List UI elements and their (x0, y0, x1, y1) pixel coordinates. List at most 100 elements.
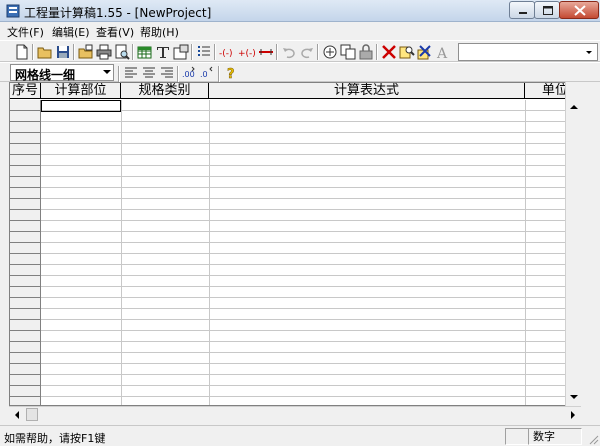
list-icon[interactable] (196, 44, 212, 60)
table-row[interactable] (10, 166, 580, 177)
table-row[interactable] (10, 276, 580, 287)
table-row[interactable] (10, 375, 580, 386)
table-row[interactable] (10, 188, 580, 199)
row-header[interactable] (10, 397, 41, 405)
table-row[interactable] (10, 386, 580, 397)
row-header[interactable] (10, 166, 41, 177)
column-header-index[interactable]: 序号 (10, 83, 41, 99)
data-grid[interactable]: 序号 计算部位 规格类别 计算表达式 单位 (9, 82, 581, 406)
vertical-scrollbar[interactable] (565, 82, 582, 406)
table-row[interactable] (10, 243, 580, 254)
close-button[interactable] (559, 1, 599, 19)
print-icon[interactable] (96, 44, 112, 60)
table-row[interactable] (10, 210, 580, 221)
scroll-down-button[interactable] (566, 389, 582, 405)
help-icon[interactable]: ? (223, 65, 239, 81)
table-row[interactable] (10, 177, 580, 188)
row-header[interactable] (10, 320, 41, 331)
row-header[interactable] (10, 188, 41, 199)
row-header[interactable] (10, 254, 41, 265)
maximize-button[interactable] (534, 1, 560, 19)
parentheses-plus-icon[interactable]: +(-) (238, 44, 256, 60)
table-row[interactable] (10, 155, 580, 166)
row-header[interactable] (10, 353, 41, 364)
table-row[interactable] (10, 221, 580, 232)
decimal-increase-icon[interactable]: .00 (182, 65, 198, 81)
table-row[interactable] (10, 133, 580, 144)
row-header[interactable] (10, 100, 41, 111)
row-header[interactable] (10, 133, 41, 144)
table-row[interactable] (10, 287, 580, 298)
view-icon[interactable] (322, 44, 338, 60)
minimize-button[interactable] (509, 1, 535, 19)
table-row[interactable] (10, 199, 580, 210)
row-header[interactable] (10, 342, 41, 353)
save-icon[interactable] (55, 44, 71, 60)
properties-icon[interactable] (173, 44, 189, 60)
current-cell[interactable] (41, 100, 121, 112)
row-header[interactable] (10, 177, 41, 188)
open-folder-icon[interactable] (37, 44, 53, 60)
row-header[interactable] (10, 122, 41, 133)
menu-file[interactable]: 文件(F) (7, 24, 44, 40)
table-row[interactable] (10, 144, 580, 155)
row-header[interactable] (10, 199, 41, 210)
menu-help[interactable]: 帮助(H) (140, 24, 179, 40)
table-row[interactable] (10, 265, 580, 276)
scroll-right-button[interactable] (565, 407, 581, 423)
chevron-down-icon[interactable] (582, 45, 596, 59)
row-header[interactable] (10, 232, 41, 243)
table-row[interactable] (10, 397, 580, 405)
chevron-down-icon[interactable] (103, 70, 111, 74)
row-header[interactable] (10, 331, 41, 342)
bracket-insert-icon[interactable] (257, 44, 275, 60)
toolbar-combo-box[interactable] (458, 43, 598, 61)
new-file-icon[interactable] (14, 44, 30, 60)
row-header[interactable] (10, 364, 41, 375)
align-right-icon[interactable] (159, 65, 175, 81)
table-row[interactable] (10, 122, 580, 133)
row-header[interactable] (10, 111, 41, 122)
column-header-expression[interactable]: 计算表达式 (209, 83, 525, 99)
row-header[interactable] (10, 276, 41, 287)
row-header[interactable] (10, 155, 41, 166)
lock-icon[interactable] (358, 44, 374, 60)
text-format-icon[interactable] (155, 44, 171, 60)
row-header[interactable] (10, 287, 41, 298)
table-row[interactable] (10, 353, 580, 364)
resize-grip-icon[interactable] (587, 433, 599, 445)
table-row[interactable] (10, 364, 580, 375)
font-icon[interactable]: A (435, 44, 451, 60)
title-bar[interactable]: 工程量计算稿1.55 - [NewProject] (0, 0, 600, 22)
gridline-style-select[interactable]: 网格线一细 (10, 64, 114, 82)
row-header[interactable] (10, 298, 41, 309)
row-header[interactable] (10, 221, 41, 232)
copy-icon[interactable] (340, 44, 356, 60)
delete-icon[interactable] (381, 44, 397, 60)
table-row[interactable] (10, 298, 580, 309)
scroll-thumb[interactable] (26, 408, 38, 421)
align-left-icon[interactable] (123, 65, 139, 81)
row-header[interactable] (10, 265, 41, 276)
row-header[interactable] (10, 375, 41, 386)
horizontal-scrollbar[interactable] (9, 406, 581, 423)
row-header[interactable] (10, 243, 41, 254)
row-header[interactable] (10, 309, 41, 320)
parentheses-minus-icon[interactable]: -(-) (219, 44, 237, 60)
menu-edit[interactable]: 编辑(E) (52, 24, 90, 40)
menu-view[interactable]: 查看(V) (96, 24, 134, 40)
print-preview-icon[interactable] (114, 44, 130, 60)
column-header-spec[interactable]: 规格类别 (121, 83, 209, 99)
scroll-left-button[interactable] (9, 407, 25, 423)
scroll-up-button[interactable] (566, 99, 582, 115)
row-header[interactable] (10, 386, 41, 397)
column-header-location[interactable]: 计算部位 (41, 83, 121, 99)
table-row[interactable] (10, 254, 580, 265)
insert-table-icon[interactable] (137, 44, 153, 60)
table-row[interactable] (10, 309, 580, 320)
table-row[interactable] (10, 111, 580, 122)
find-icon[interactable] (399, 44, 415, 60)
undo-icon[interactable] (281, 44, 297, 60)
grid-body[interactable] (10, 100, 580, 405)
app-icon[interactable] (6, 4, 20, 18)
